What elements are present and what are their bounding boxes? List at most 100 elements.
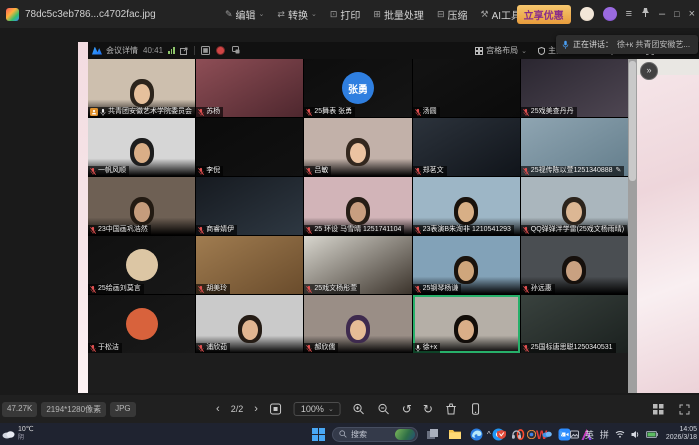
signal-icon bbox=[168, 47, 175, 54]
participant-tile[interactable]: 25戏美查丹丹 bbox=[521, 59, 628, 117]
participant-tile[interactable]: 孙远惠 bbox=[521, 236, 628, 294]
menu-compress[interactable]: ⊟压缩 bbox=[437, 7, 468, 22]
delete-icon[interactable] bbox=[444, 402, 458, 416]
mic-muted-icon bbox=[90, 344, 96, 353]
participant-tile[interactable]: 25视传陈以萱1251340888✎ bbox=[521, 118, 628, 176]
detach-icon[interactable] bbox=[180, 47, 188, 55]
participant-tile[interactable]: 23中国画巩浩然 bbox=[88, 177, 195, 235]
participant-tile[interactable]: 一帆风顺 bbox=[88, 118, 195, 176]
participant-tile[interactable]: 李倪 bbox=[196, 118, 303, 176]
ime-english-indicator[interactable]: 英 bbox=[585, 428, 594, 441]
weather-widget[interactable]: 10℃ 阴 bbox=[2, 426, 34, 442]
close-button[interactable]: × bbox=[689, 8, 695, 20]
fit-screen-icon[interactable] bbox=[269, 402, 283, 416]
participant-tile[interactable]: 吕敏 bbox=[304, 118, 411, 176]
toast-speaker: 徐+к 共青团安徽艺... bbox=[617, 39, 690, 50]
participant-tile[interactable]: 25钢琴杨谦 bbox=[413, 236, 520, 294]
tray-chevron-icon[interactable]: ^ bbox=[487, 430, 491, 439]
participant-tile[interactable]: 胡美玲 bbox=[196, 236, 303, 294]
participant-video bbox=[238, 315, 262, 343]
participant-tile[interactable]: 汤圆 bbox=[413, 59, 520, 117]
tray-browser-icon[interactable] bbox=[527, 430, 536, 439]
pin-icon[interactable] bbox=[641, 5, 650, 23]
print-icon: ⊡ bbox=[330, 9, 338, 20]
participant-tile[interactable]: 25国标唐思聪1250340531 bbox=[521, 295, 628, 353]
mic-muted-icon bbox=[415, 108, 421, 117]
wifi-icon[interactable] bbox=[615, 430, 625, 438]
participant-name: 25钢琴杨谦 bbox=[423, 284, 459, 294]
next-image-button[interactable]: › bbox=[254, 403, 258, 415]
minimize-button[interactable]: – bbox=[659, 8, 665, 20]
prev-image-button[interactable]: ‹ bbox=[216, 403, 220, 415]
participant-name: 25舞表 张勇 bbox=[314, 107, 352, 117]
viewer-titlebar: 78dc5c3eb786...c4702fac.jpg ✎编辑⌄⇄转换⌄⊡打印⊞… bbox=[0, 0, 699, 28]
participant-tile[interactable]: 张勇 25舞表 张勇 bbox=[304, 59, 411, 117]
rotate-left-icon[interactable]: ↺ bbox=[402, 402, 412, 416]
participant-tile[interactable]: 郝欣儒 bbox=[304, 295, 411, 353]
menu-convert[interactable]: ⇄转换⌄ bbox=[277, 7, 316, 22]
collapse-panel-button[interactable]: » bbox=[640, 62, 658, 80]
zoom-out-icon[interactable] bbox=[377, 402, 391, 416]
participant-tile[interactable]: 25戏文杨彤萱 bbox=[304, 236, 411, 294]
mic-muted-icon bbox=[198, 344, 204, 353]
rotate-right-icon[interactable]: ↻ bbox=[423, 402, 433, 416]
battery-icon[interactable] bbox=[646, 431, 658, 438]
viewer-menu: ✎编辑⌄⇄转换⌄⊡打印⊞批量处理⊟压缩⚒AI工具箱 bbox=[225, 0, 531, 28]
start-button[interactable] bbox=[312, 428, 325, 441]
layout-button[interactable]: 宫格布局⌄ bbox=[475, 45, 527, 56]
mic-muted-icon bbox=[306, 167, 312, 176]
participant-tile[interactable]: 商睿婧伊 bbox=[196, 177, 303, 235]
participant-video bbox=[454, 315, 478, 343]
volume-icon[interactable] bbox=[631, 430, 640, 439]
participant-tile[interactable]: QQ弹弹泮学雷(25戏文杨雨晴) bbox=[521, 177, 628, 235]
participant-label: 徐+x bbox=[413, 343, 441, 353]
mic-muted-icon bbox=[306, 344, 312, 353]
participant-name: 共青团安徽艺术学院委员会 bbox=[108, 107, 192, 117]
zoom-in-icon[interactable] bbox=[352, 402, 366, 416]
participant-name: 于松洁 bbox=[98, 343, 119, 353]
participant-name: 23表演B朱洵非 1210541293 bbox=[423, 225, 511, 235]
menu-batch[interactable]: ⊞批量处理 bbox=[373, 7, 424, 22]
tray-security-icon[interactable] bbox=[497, 430, 506, 439]
participant-label: 25戏文杨彤萱 bbox=[304, 284, 360, 294]
security-lock-icon[interactable] bbox=[231, 46, 240, 55]
tray-headset-icon[interactable] bbox=[512, 430, 521, 439]
tray-mic-icon[interactable] bbox=[558, 430, 564, 439]
clock[interactable]: 14:05 2026/3/18 bbox=[666, 426, 697, 442]
participant-tile[interactable]: 于松洁 bbox=[88, 295, 195, 353]
record-manage-icon[interactable] bbox=[201, 46, 210, 55]
participant-tile[interactable]: 苏杨 bbox=[196, 59, 303, 117]
mic-on-icon bbox=[100, 108, 106, 117]
edge-icon[interactable] bbox=[469, 427, 484, 442]
meeting-title[interactable]: 会议详情 bbox=[106, 45, 138, 56]
participant-tile[interactable]: 25绘画刘莫言 bbox=[88, 236, 195, 294]
participant-tile[interactable]: 郑茗文 bbox=[413, 118, 520, 176]
search-input[interactable]: 搜索 bbox=[332, 427, 418, 442]
participant-tile[interactable]: 徐+x bbox=[413, 295, 520, 353]
fullscreen-view-icon[interactable] bbox=[677, 402, 691, 416]
participant-tile[interactable]: 共青团安徽艺术学院委员会 bbox=[88, 59, 195, 117]
task-view-icon[interactable] bbox=[425, 427, 440, 442]
participant-name: 浦欣茹 bbox=[206, 343, 227, 353]
thumbnail-grid-icon[interactable] bbox=[651, 402, 665, 416]
promo-button[interactable]: 立享优惠 bbox=[517, 5, 571, 24]
participant-tile[interactable]: 25 环设 马雪晴 1251741104 bbox=[304, 177, 411, 235]
menu-edit[interactable]: ✎编辑⌄ bbox=[225, 7, 264, 22]
hamburger-menu-icon[interactable]: ≡ bbox=[626, 8, 632, 20]
participant-avatar: 张勇 bbox=[342, 72, 374, 104]
tray-cloud-icon[interactable] bbox=[542, 430, 552, 438]
participant-video bbox=[130, 197, 154, 225]
zoom-dropdown[interactable]: 100%⌄ bbox=[294, 402, 341, 416]
recording-indicator-icon[interactable] bbox=[216, 46, 225, 55]
vip-avatar[interactable] bbox=[603, 7, 617, 21]
participant-tile[interactable]: 浦欣茹 bbox=[196, 295, 303, 353]
phone-transfer-icon[interactable] bbox=[469, 402, 483, 416]
maximize-button[interactable]: □ bbox=[674, 9, 679, 19]
participant-tile[interactable]: 23表演B朱洵非 1210541293 bbox=[413, 177, 520, 235]
menu-print[interactable]: ⊡打印 bbox=[330, 7, 361, 22]
user-avatar[interactable] bbox=[580, 7, 594, 21]
tray-photo-icon[interactable] bbox=[570, 430, 579, 439]
scrollbar[interactable] bbox=[628, 59, 637, 393]
ime-pinyin-indicator[interactable]: 拼 bbox=[600, 428, 609, 441]
file-explorer-icon[interactable] bbox=[447, 427, 462, 442]
